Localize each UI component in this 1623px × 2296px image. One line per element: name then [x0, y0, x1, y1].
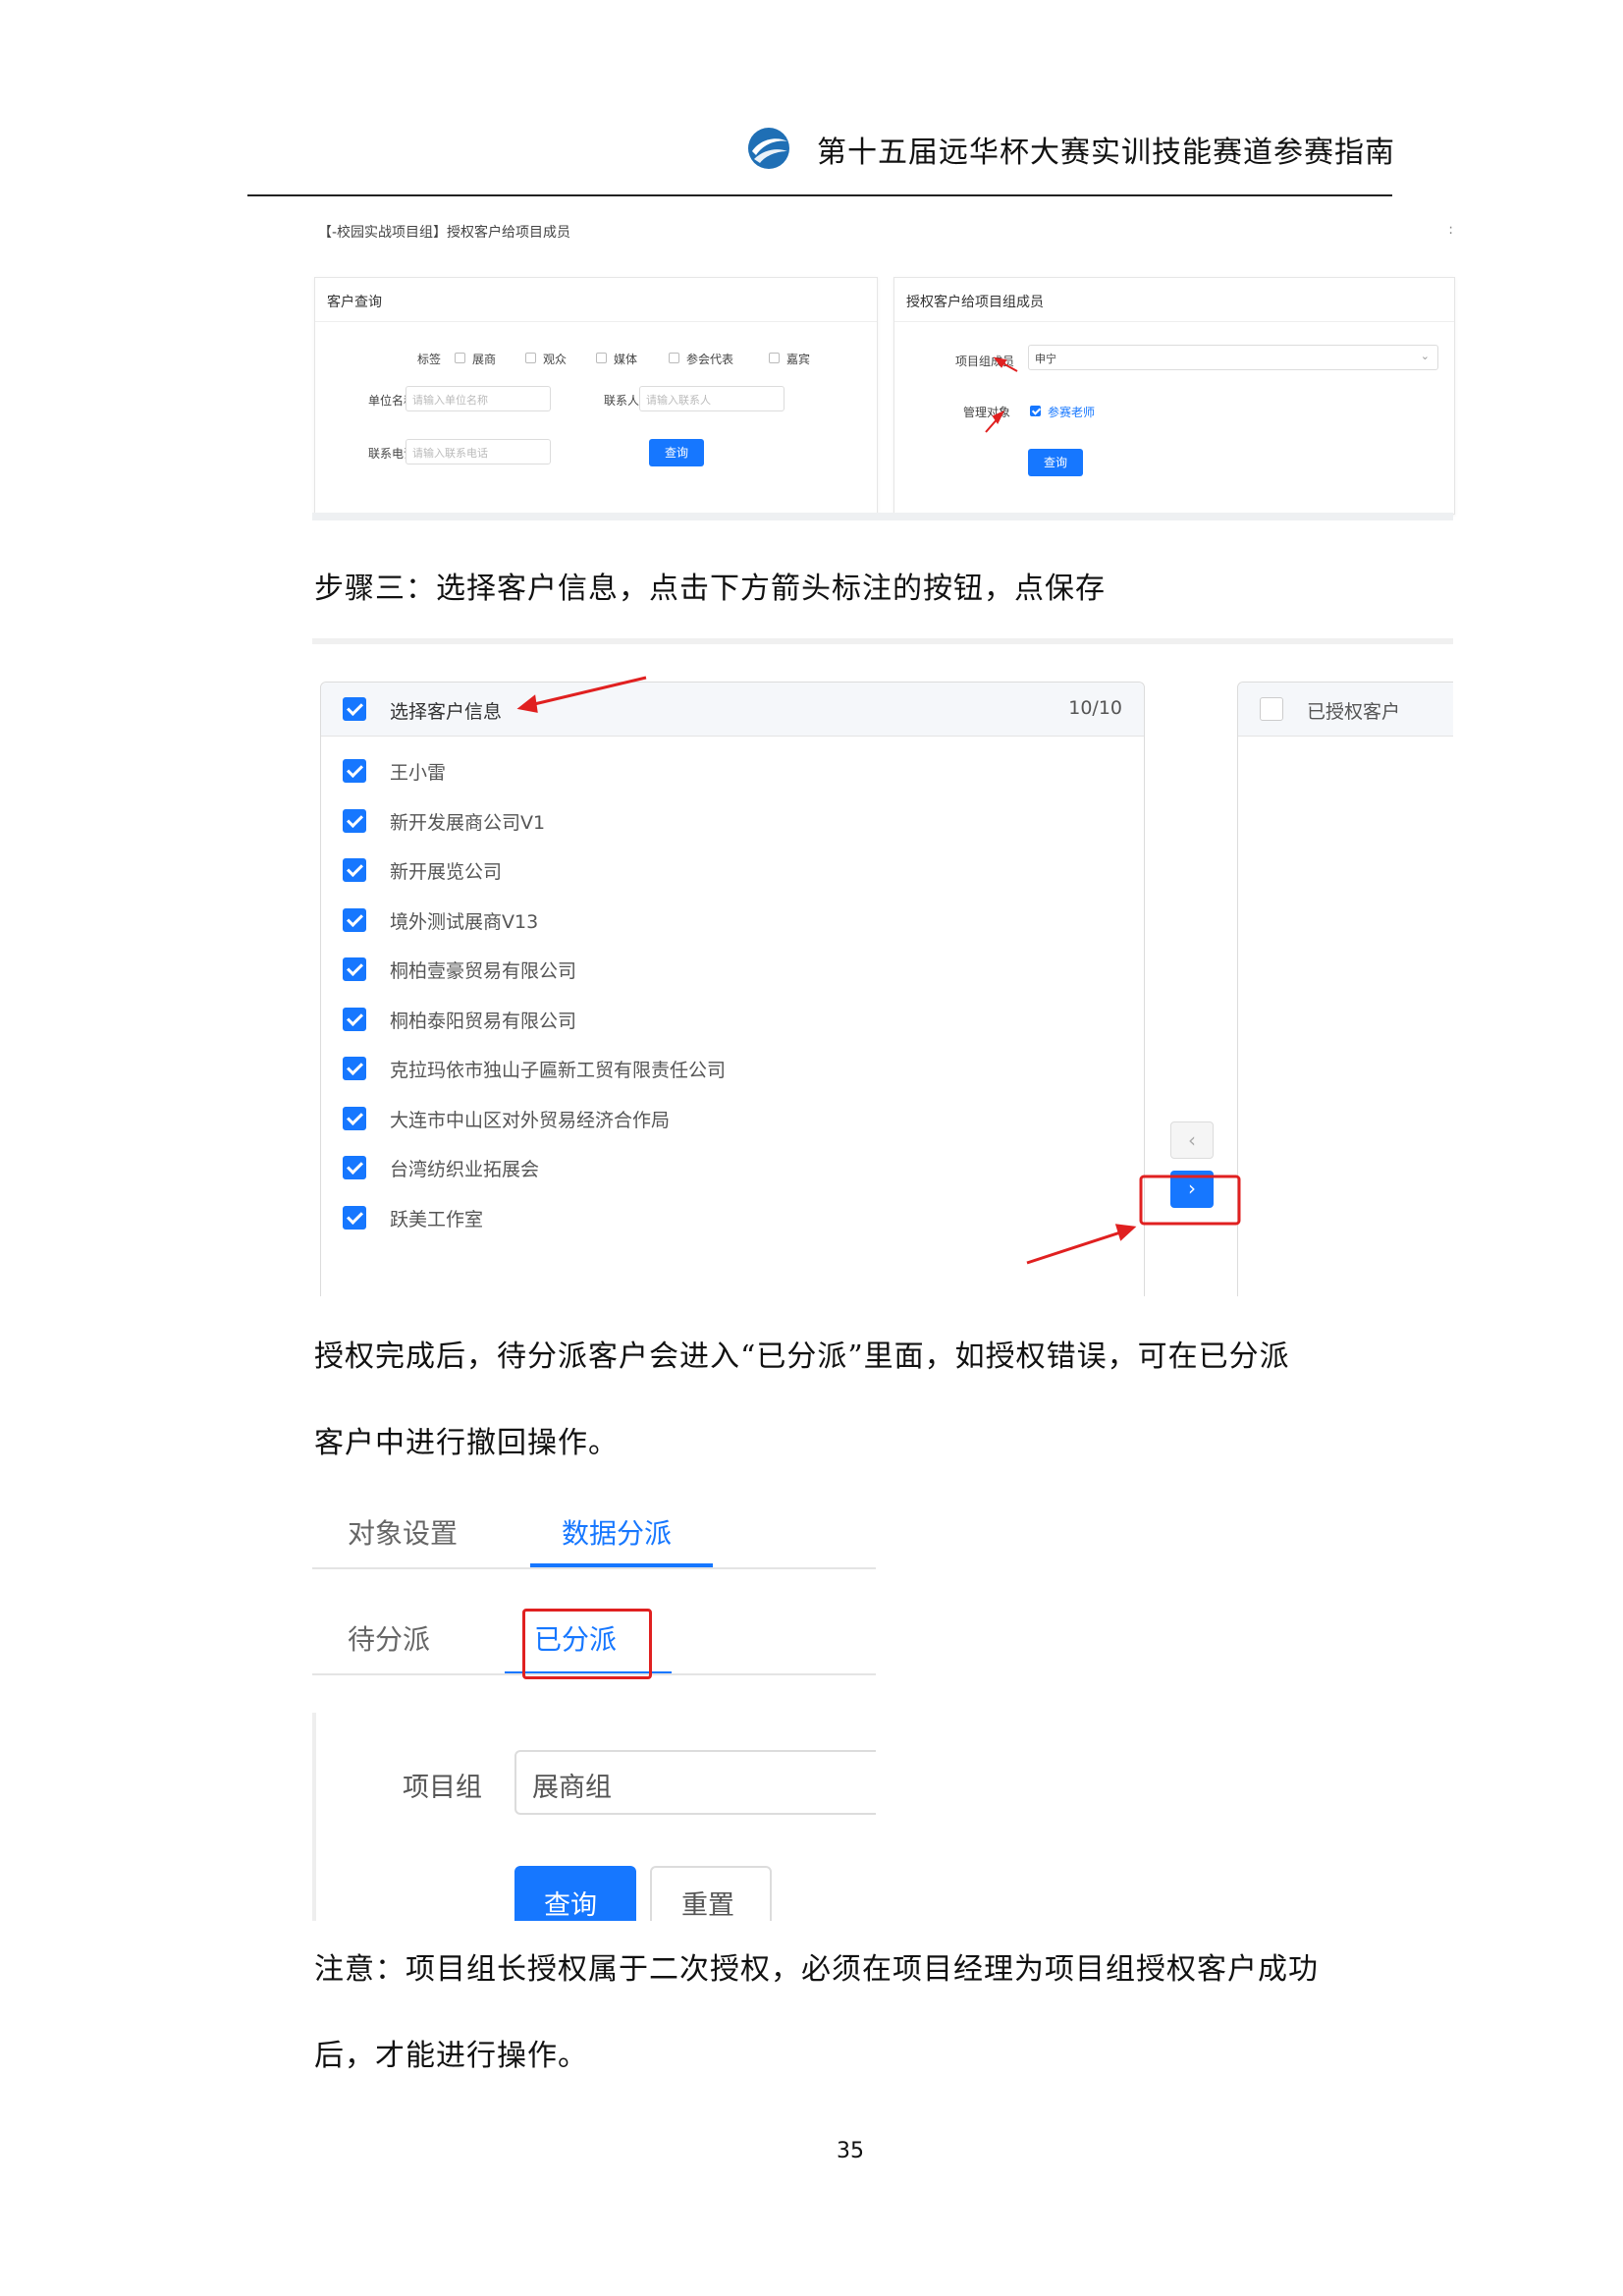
tab-data-assign[interactable]: 数据分派: [562, 1512, 672, 1552]
authorize-complete-text-2: 客户中进行撤回操作。: [314, 1426, 619, 1460]
group-select-value: 展商组: [532, 1773, 612, 1803]
header-title: 第十五届远华杯大赛实训技能赛道参赛指南: [817, 136, 1395, 170]
tab-object-settings[interactable]: 对象设置: [348, 1512, 458, 1552]
header-rule: [247, 194, 1392, 196]
screenshot-authorize-form: 【-校园实战项目组】授权客户给项目成员 : 客户查询 标签 展商 观众 媒体 参…: [312, 214, 1455, 520]
screenshot-assigned-tab: 对象设置 数据分派 待分派 已分派 项目组 展商组 查询 重置: [312, 1493, 876, 1921]
group-label: 项目组: [403, 1773, 482, 1803]
subtab-highlight: [522, 1609, 652, 1679]
authorize-complete-text-1: 授权完成后，待分派客户会进入“已分派”里面，如授权错误，可在已分派: [314, 1339, 1290, 1374]
screenshot-transfer: 选择客户信息 10/10 王小雷 新开发展商公司V1 新开展览公司 境外测试展商V13…: [312, 638, 1453, 1296]
right-button-highlight: [1139, 1175, 1241, 1226]
logo-icon: [748, 128, 789, 169]
query-button[interactable]: 查询: [514, 1866, 636, 1921]
subtab-pending[interactable]: 待分派: [348, 1618, 430, 1658]
query-button-label: 查询: [544, 1890, 597, 1921]
annotation-highlights: [516, 676, 1241, 1265]
button-arrow: [1026, 1224, 1137, 1265]
note-text-2: 后，才能进行操作。: [314, 2039, 588, 2073]
screenshot-edge: [312, 513, 1453, 520]
tabs-divider: [312, 1567, 876, 1569]
filter-area-edge: [312, 1713, 316, 1921]
member-arrow: [993, 356, 1018, 372]
reset-button[interactable]: 重置: [650, 1866, 772, 1921]
header-arrow: [516, 676, 647, 713]
reset-button-label: 重置: [681, 1890, 734, 1921]
annotation-arrows: [985, 356, 1018, 433]
step3-text: 步骤三：选择客户信息，点击下方箭头标注的按钮，点保存: [314, 572, 1106, 606]
note-text-1: 注意：项目组长授权属于二次授权，必须在项目经理为项目组授权客户成功: [314, 1952, 1319, 1987]
group-select[interactable]: 展商组: [514, 1750, 876, 1815]
page-number: 35: [837, 2139, 864, 2163]
target-arrow: [985, 410, 1005, 433]
